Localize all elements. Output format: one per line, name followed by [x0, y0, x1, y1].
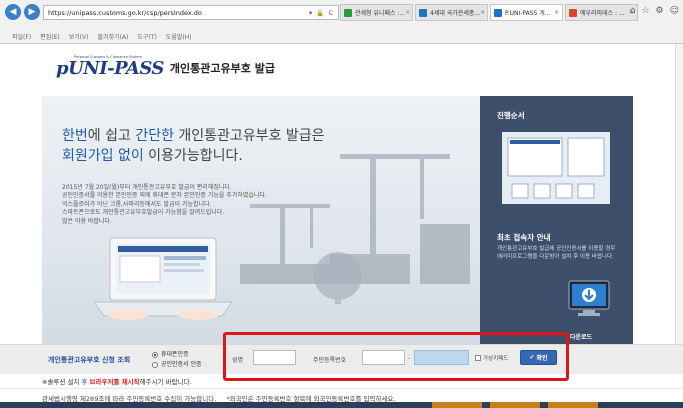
menu-favorites[interactable]: 즐겨찾기(A) — [98, 32, 129, 41]
tab-label: 에우리피데스 : ... — [580, 10, 625, 17]
application-title: 개인통관고유부호 신청 조회 — [48, 356, 131, 364]
forward-button[interactable]: ▶ — [24, 4, 40, 20]
logo-subtext: Personal Customs & Clearance System — [74, 55, 142, 59]
desc-line: 많은 이용 바랍니다. — [62, 217, 112, 225]
monitor-download-icon — [568, 280, 610, 316]
first-visitor-guide-title: 최초 접속자 안내 — [497, 233, 551, 242]
tab-close-icon[interactable]: × — [554, 9, 559, 16]
radio-label: 휴대폰인증 — [161, 351, 189, 358]
notice-prefix: ※솔루션 설치 후 — [42, 378, 90, 386]
headline-available: 이용가능합니다. — [143, 148, 243, 164]
headline-easy: 에 쉽고 — [87, 128, 136, 144]
menu-view[interactable]: 보기(V) — [69, 32, 89, 41]
desc-line: 공인인증서를 이용한 본인인증 외에 휴대폰 문자 본인인증 기능을 추가하였습… — [62, 192, 267, 200]
arrow-left-icon: ◀ — [9, 7, 17, 17]
menu-help[interactable]: 도움말(H) — [166, 32, 192, 41]
progress-steps-title: 진행순서 — [497, 111, 525, 120]
radio-unselected-icon[interactable] — [152, 362, 158, 368]
radio-phone-auth[interactable]: 휴대폰인증 — [152, 350, 202, 360]
notice-suffix: 해주시기 바랍니다. — [139, 378, 192, 386]
tab-label: P.UNI-PASS 개... — [505, 10, 551, 17]
first-visitor-guide-text: 개인통관고유부호 발급에 공인인증서를 이용할 경우 에러미프로그램을 다운받아… — [497, 246, 616, 260]
taskbar-app-button[interactable] — [432, 402, 482, 408]
desc-line: 스마트폰으로도 개인통관고유부호발급이 가능함을 알려드립니다. — [62, 209, 225, 217]
download-link[interactable]: 다운로드 — [570, 332, 592, 341]
url-text[interactable]: https://unipass.customs.go.kr/csp/persIn… — [48, 9, 309, 17]
highlight-annotation-box — [223, 332, 569, 381]
browser-chrome: ◀ ▶ https://unipass.customs.go.kr/csp/pe… — [0, 0, 683, 44]
address-bar[interactable]: https://unipass.customs.go.kr/csp/persIn… — [43, 5, 339, 20]
browser-tab[interactable]: 4세대 국가관세종... × — [415, 4, 488, 21]
hero-banner: 한번에 쉽고 간단한 개인통관고유부호 발급은 회원가입 없이 이용가능합니다.… — [42, 96, 480, 344]
radio-selected-icon[interactable] — [152, 352, 158, 358]
browser-tab[interactable]: 에우리피데스 : ... × — [565, 4, 638, 21]
tab-favicon-icon — [494, 8, 502, 17]
address-controls[interactable]: ▾ 🔒 C — [309, 9, 334, 17]
site-brand[interactable]: pUNI-PASS Personal Customs & Clearance S… — [56, 55, 275, 79]
page-scrollbar[interactable] — [675, 44, 683, 344]
progress-steps-image — [502, 132, 610, 204]
menu-file[interactable]: 파일(F) — [12, 32, 31, 41]
back-button[interactable]: ◀ — [5, 4, 21, 20]
radio-certificate-auth[interactable]: 공인인증서 인증 — [152, 360, 202, 370]
laptop-illustration — [93, 237, 233, 320]
browser-tab[interactable]: P.UNI-PASS 개... × — [490, 4, 563, 21]
headline-simple: 간단한 — [135, 128, 174, 144]
tab-strip: 관세청 유니패스 :... × 4세대 국가관세종... × P.UNI-PASS 개.… — [340, 4, 638, 21]
os-taskbar — [0, 402, 683, 408]
tab-label: 4세대 국가관세종... — [430, 10, 481, 17]
tab-favicon-icon — [344, 8, 352, 17]
page-title: 개인통관고유부호 발급 — [169, 62, 275, 75]
hero-description: 2015년 7월 20일(월)부터 개인통관고유부호 발급이 편리해집니다. 공… — [62, 184, 292, 226]
radio-label: 공인인증서 인증 — [161, 361, 202, 368]
tab-close-icon[interactable]: × — [480, 9, 485, 16]
browser-tab[interactable]: 관세청 유니패스 :... × — [340, 4, 413, 21]
tab-favicon-icon — [419, 8, 427, 17]
tab-close-icon[interactable]: × — [405, 9, 410, 16]
menu-edit[interactable]: 편집(E) — [40, 32, 60, 41]
menu-bar: 파일(F) 편집(E) 보기(V) 즐겨찾기(A) 도구(T) 도움말(H) — [0, 30, 192, 43]
browser-toolbar-icons: ⌂ ☆ ⚙ ☺ — [630, 6, 679, 16]
smiley-feedback-icon[interactable]: ☺ — [670, 6, 679, 16]
menu-tools[interactable]: 도구(T) — [137, 32, 156, 41]
hero-headline: 한번에 쉽고 간단한 개인통관고유부호 발급은 회원가입 없이 이용가능합니다. — [62, 126, 325, 166]
home-icon[interactable]: ⌂ — [630, 6, 636, 16]
settings-gear-icon[interactable]: ⚙ — [656, 6, 664, 16]
auth-method-radios: 휴대폰인증 공인인증서 인증 — [152, 350, 202, 370]
tab-favicon-icon — [569, 8, 577, 17]
desc-line: 익스플로러가 아닌 크롬,사파리등에서도 발급이 가능합니다. — [62, 200, 212, 208]
arrow-right-icon: ▶ — [28, 7, 36, 17]
headline-once: 한번 — [62, 128, 88, 144]
tab-label: 관세청 유니패스 :... — [355, 10, 406, 17]
restart-notice: ※솔루션 설치 후 브라우저를 재시작해주시기 바랍니다. — [42, 376, 192, 386]
taskbar-app-button[interactable] — [548, 402, 598, 408]
notice-emphasis: 브라우저를 재시작 — [89, 378, 140, 386]
favorites-star-icon[interactable]: ☆ — [641, 6, 649, 16]
taskbar-app-button[interactable] — [490, 402, 540, 408]
sidebar-panel: 진행순서 최초 접속자 안내 개인통관고유부호 발급에 공인인증서를 이용할 경… — [480, 96, 633, 344]
headline-issue: 개인통관고유부호 발급은 — [173, 128, 325, 144]
headline-no-signup: 회원가입 없이 — [62, 148, 144, 164]
unipass-logo[interactable]: pUNI-PASS — [56, 58, 164, 79]
